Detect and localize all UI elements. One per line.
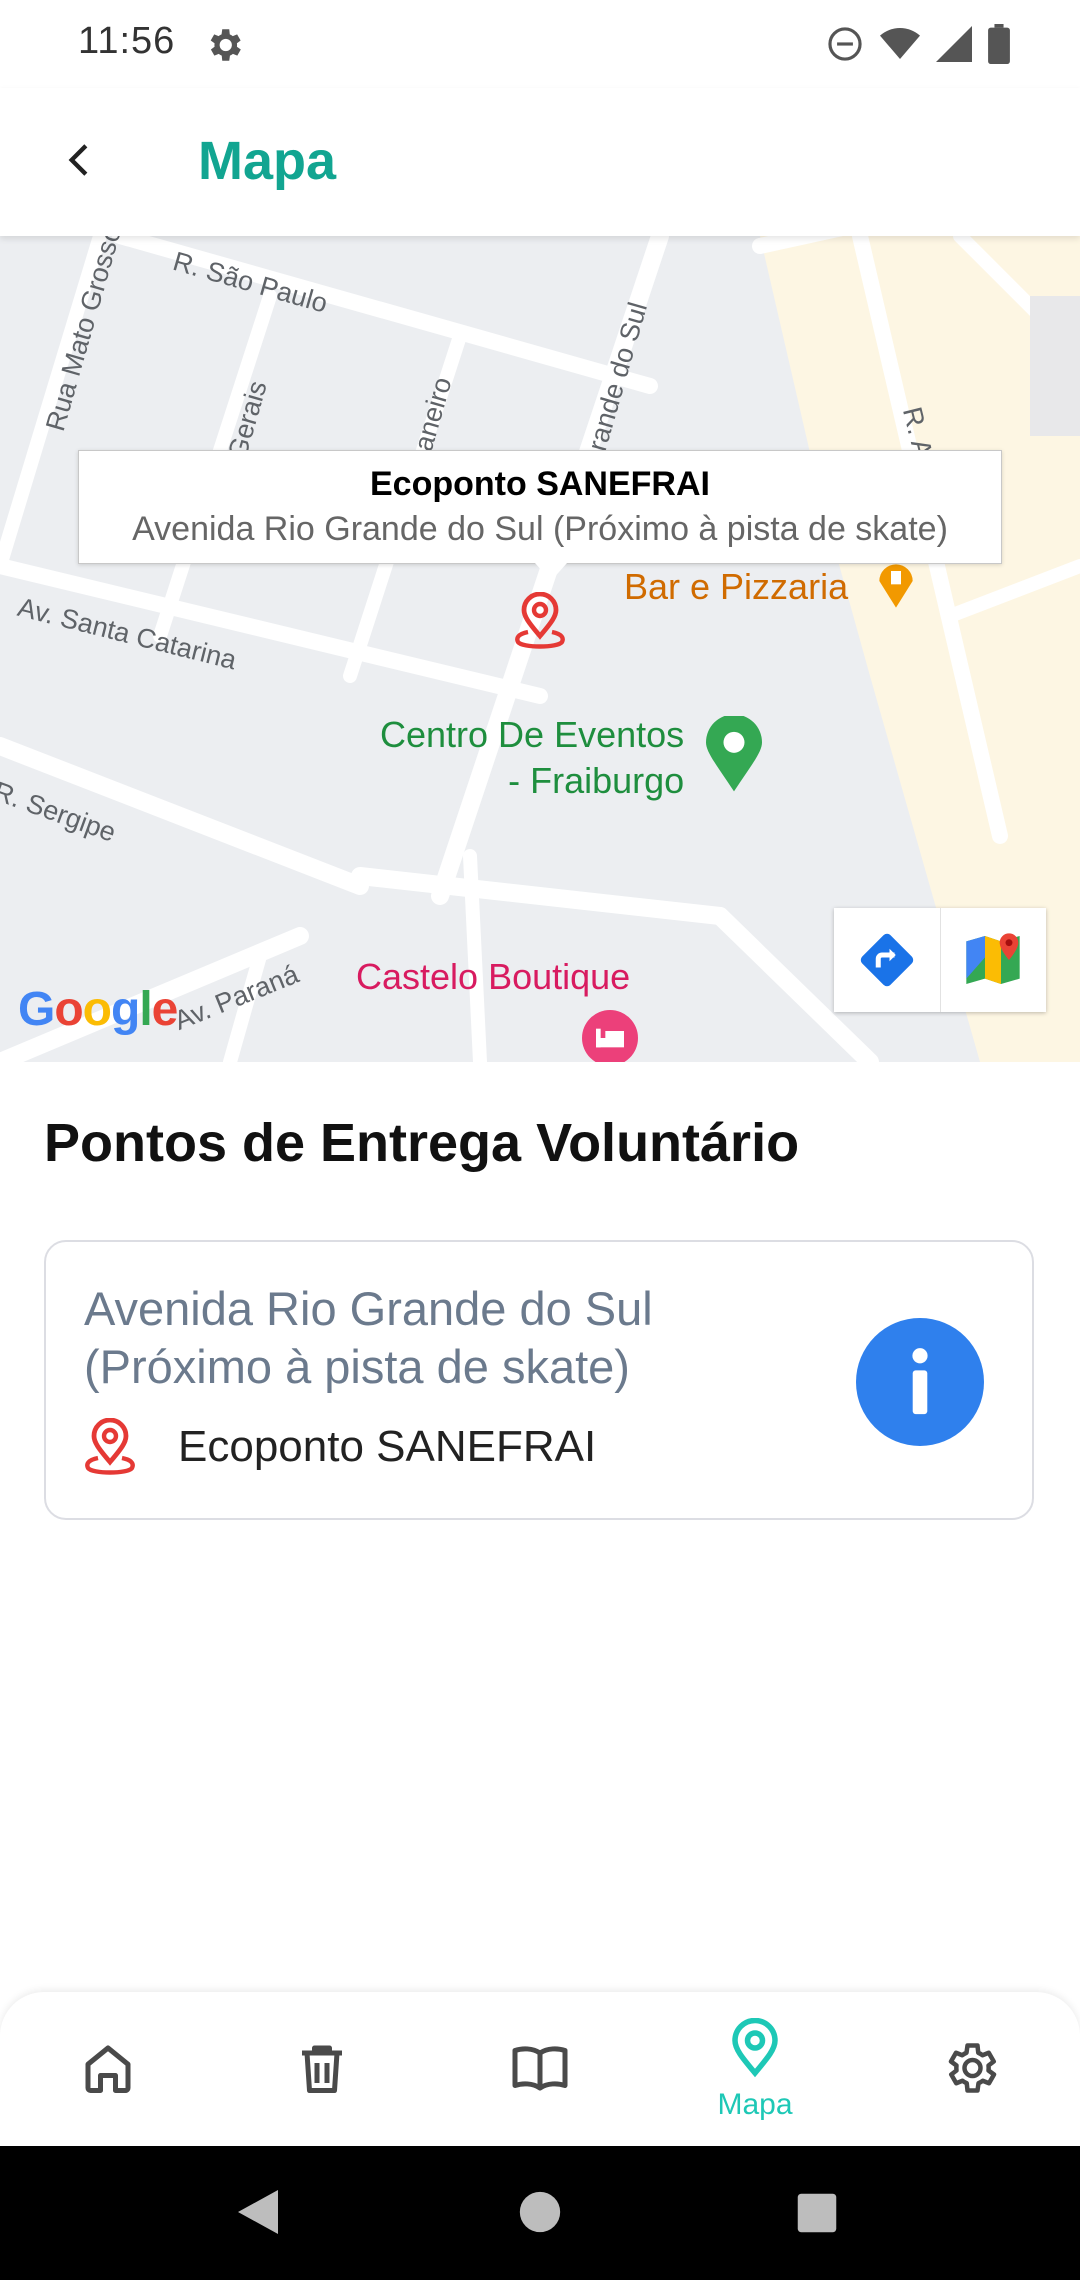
back-triangle-icon[interactable] bbox=[234, 2186, 282, 2238]
back-arrow-icon bbox=[68, 144, 88, 176]
app-bar: Mapa bbox=[0, 88, 1080, 236]
home-icon bbox=[85, 2045, 131, 2093]
google-maps-icon bbox=[966, 933, 1020, 984]
hotel-poi-icon bbox=[582, 1010, 638, 1062]
nav-map-label: Mapa bbox=[717, 2088, 793, 2121]
restaurant-poi-icon bbox=[879, 564, 913, 608]
point-address: Avenida Rio Grande do Sul (Próximo à pis… bbox=[84, 1282, 653, 1393]
do-not-disturb-icon bbox=[828, 27, 862, 61]
directions-button[interactable] bbox=[834, 908, 940, 1012]
event-poi-icon bbox=[706, 716, 762, 792]
map-toolbar bbox=[834, 908, 1046, 1012]
marker-info-window[interactable]: Ecoponto SANEFRAI Avenida Rio Grande do … bbox=[78, 450, 1002, 581]
nav-guide[interactable] bbox=[480, 1992, 600, 2146]
nav-trash[interactable] bbox=[262, 1992, 382, 2146]
poi-event-center-label: Centro De Eventos - Fraiburgo bbox=[380, 712, 684, 804]
cell-signal-icon bbox=[936, 26, 972, 62]
poi-hotel-label: Castelo Boutique bbox=[356, 956, 631, 997]
info-icon bbox=[912, 1348, 928, 1415]
collection-point-card[interactable]: Avenida Rio Grande do Sul (Próximo à pis… bbox=[44, 1240, 1034, 1520]
nav-settings[interactable] bbox=[910, 1992, 1030, 2146]
wifi-icon bbox=[880, 28, 920, 59]
status-time: 11:56 bbox=[78, 20, 176, 62]
point-name: Ecoponto SANEFRAI bbox=[178, 1422, 597, 1471]
trash-icon bbox=[302, 2045, 342, 2093]
settings-gear-icon bbox=[210, 29, 241, 61]
nav-home[interactable] bbox=[48, 1992, 168, 2146]
section-title: Pontos de Entrega Voluntário bbox=[44, 1113, 800, 1173]
info-window-title: Ecoponto SANEFRAI bbox=[370, 465, 710, 503]
settings-icon bbox=[948, 2043, 997, 2093]
poi-bar-label: Bar e Pizzaria bbox=[624, 566, 849, 607]
location-pin-icon bbox=[85, 1418, 135, 1475]
book-icon bbox=[512, 2046, 568, 2091]
map-view[interactable]: R. São Paulo Rua Mato Grosso Gerais anei… bbox=[0, 236, 1080, 1062]
google-logo: Google bbox=[18, 983, 178, 1036]
poi-event-line: Centro De Eventos bbox=[380, 714, 685, 755]
system-navigation-bar bbox=[0, 2146, 1080, 2280]
directions-icon bbox=[860, 933, 913, 987]
info-button[interactable] bbox=[856, 1318, 984, 1446]
map-pin-icon bbox=[732, 2018, 778, 2078]
bottom-navigation: Mapa bbox=[0, 1992, 1080, 2146]
open-google-maps-button[interactable] bbox=[939, 908, 1047, 1012]
location-marker-icon[interactable] bbox=[512, 592, 568, 652]
back-button[interactable] bbox=[48, 128, 112, 192]
nav-map[interactable]: Mapa bbox=[695, 1992, 815, 2146]
home-circle-icon[interactable] bbox=[518, 2190, 562, 2234]
battery-icon bbox=[988, 24, 1010, 64]
status-bar: 11:56 bbox=[0, 0, 1080, 88]
status-icons bbox=[826, 22, 1010, 66]
page-title: Mapa bbox=[198, 131, 337, 191]
poi-event-line: - Fraiburgo bbox=[508, 760, 685, 801]
recents-square-icon[interactable] bbox=[796, 2192, 838, 2234]
info-window-subtitle: Avenida Rio Grande do Sul (Próximo à pis… bbox=[132, 510, 948, 548]
